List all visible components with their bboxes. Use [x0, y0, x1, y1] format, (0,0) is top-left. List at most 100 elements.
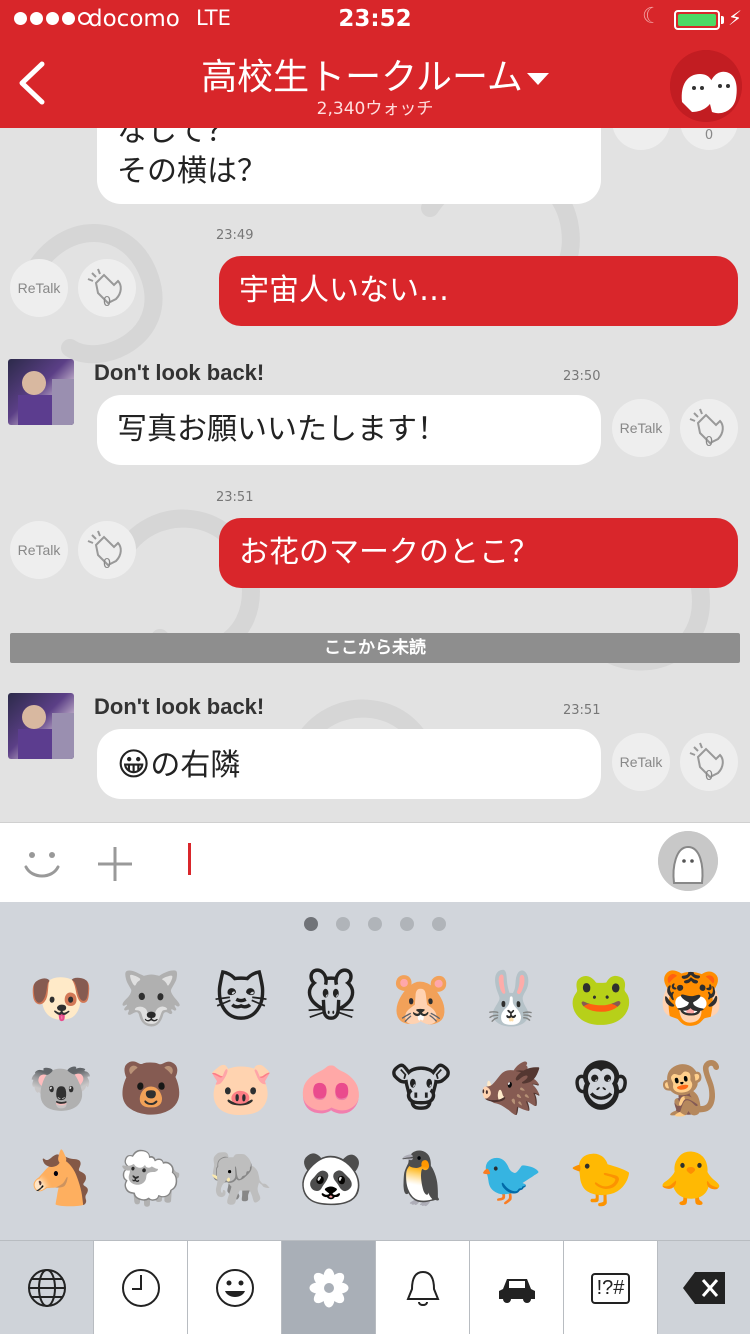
emoji-key[interactable]: 🐽 — [286, 1044, 376, 1134]
message-time: 23:50 — [563, 369, 601, 384]
emoji-key[interactable]: 🐷 — [196, 1044, 286, 1134]
user-avatar[interactable] — [8, 693, 74, 759]
clap-count: 0 — [102, 557, 112, 572]
page-indicator — [0, 917, 750, 931]
clap-count: 0 — [102, 295, 112, 310]
emoji-key[interactable]: 🐘 — [196, 1134, 286, 1224]
battery-icon — [674, 10, 720, 30]
room-avatar-icon[interactable] — [670, 50, 742, 122]
emoji-key[interactable]: 🐵 — [556, 1044, 646, 1134]
text-input-cursor[interactable] — [188, 843, 191, 875]
header: docomo LTE 23:52 ☾ ⚡︎ 高校生トークルーム 2,340ウォッ… — [0, 0, 750, 128]
dropdown-arrow-icon — [526, 73, 549, 85]
clap-button[interactable]: 0 — [78, 521, 136, 579]
battery-tip — [721, 16, 724, 24]
emoji-grid: 🐶 🐺 🐱 🐭 🐹 🐰 🐸 🐯 🐨 🐻 🐷 🐽 🐮 🐗 🐵 🐒 🐴 🐑 🐘 🐼 … — [16, 954, 736, 1224]
delete-icon — [683, 1272, 725, 1304]
tab-recent[interactable] — [94, 1241, 188, 1334]
emoji-key[interactable]: 🐱 — [196, 954, 286, 1044]
page-dot[interactable] — [432, 917, 446, 931]
retalk-button[interactable]: ReTalk — [612, 733, 670, 791]
message-text: お花のマークのとこ？ — [239, 535, 539, 570]
emoji-key[interactable]: 🐹 — [376, 954, 466, 1044]
message-bubble[interactable]: 写真お願いいたします！ — [97, 395, 601, 465]
chat-area[interactable]: なして？ その横は？ ReTalk 0 23:49 ReTalk 0 宇宙人いな… — [0, 128, 750, 822]
emoji-key[interactable]: 🐼 — [286, 1134, 376, 1224]
smiley-icon — [215, 1269, 254, 1307]
tab-places[interactable] — [470, 1241, 564, 1334]
message-time: 23:51 — [216, 490, 254, 505]
car-icon — [498, 1279, 535, 1303]
user-avatar[interactable] — [8, 359, 74, 425]
clap-button[interactable]: 0 — [78, 259, 136, 317]
message-bubble[interactable]: 😀の右隣 — [97, 729, 601, 799]
tab-symbols[interactable]: !?# — [564, 1241, 658, 1334]
message-text-line: なして？ — [117, 128, 237, 149]
emoji-key[interactable]: 🐨 — [16, 1044, 106, 1134]
keyboard-category-bar: !?# — [0, 1240, 750, 1334]
emoji-key[interactable]: 🐭 — [286, 954, 376, 1044]
bell-icon — [406, 1270, 439, 1306]
status-time: 23:52 — [338, 6, 412, 32]
emoji-key[interactable]: 🐑 — [106, 1134, 196, 1224]
emoji-key[interactable]: 🐤 — [556, 1134, 646, 1224]
message-bubble[interactable]: なして？ その横は？ — [97, 128, 601, 204]
clap-button[interactable]: 0 — [680, 733, 738, 791]
message-text: の右隣 — [150, 748, 241, 783]
retalk-button[interactable]: ReTalk — [10, 259, 68, 317]
emoji-face-icon[interactable] — [22, 843, 62, 883]
sender-name: Don't look back! — [94, 694, 265, 719]
emoji-key[interactable]: 🐥 — [646, 1134, 736, 1224]
emoji-key[interactable]: 🐧 — [376, 1134, 466, 1224]
symbols-label: !?# — [596, 1276, 625, 1299]
message-time: 23:49 — [216, 228, 254, 243]
sender-name: Don't look back! — [94, 360, 265, 385]
emoji-key[interactable]: 🐗 — [466, 1044, 556, 1134]
page-dot[interactable] — [304, 917, 318, 931]
retalk-button[interactable]: ReTalk — [612, 399, 670, 457]
clock-icon — [121, 1269, 160, 1307]
room-title-text: 高校生トークルーム — [201, 57, 523, 98]
emoji-key[interactable]: 🐺 — [106, 954, 196, 1044]
tab-objects[interactable] — [376, 1241, 470, 1334]
watch-count: 2,340ウォッチ — [316, 99, 434, 119]
delete-button[interactable] — [658, 1241, 750, 1334]
page-dot[interactable] — [400, 917, 414, 931]
retalk-button[interactable]: ReTalk — [10, 521, 68, 579]
tab-globe[interactable] — [0, 1241, 94, 1334]
character-avatar-icon[interactable] — [658, 831, 718, 891]
emoji-key[interactable]: 🐯 — [646, 954, 736, 1044]
emoji-keyboard: 🐶 🐺 🐱 🐭 🐹 🐰 🐸 🐯 🐨 🐻 🐷 🐽 🐮 🐗 🐵 🐒 🐴 🐑 🐘 🐼 … — [0, 902, 750, 1334]
globe-icon — [27, 1269, 66, 1307]
clap-button[interactable]: 0 — [680, 399, 738, 457]
plus-icon[interactable] — [96, 845, 134, 883]
room-title[interactable]: 高校生トークルーム — [0, 48, 750, 100]
moon-icon: ☾ — [642, 4, 662, 29]
charging-bolt-icon: ⚡︎ — [728, 6, 743, 30]
emoji-key[interactable]: 🐶 — [16, 954, 106, 1044]
message-emoji: 😀 — [117, 745, 151, 783]
status-bar: docomo LTE 23:52 ☾ ⚡︎ — [0, 0, 750, 40]
emoji-key[interactable]: 🐰 — [466, 954, 556, 1044]
emoji-key[interactable]: 🐴 — [16, 1134, 106, 1224]
tab-smileys[interactable] — [188, 1241, 282, 1334]
emoji-key[interactable]: 🐦 — [466, 1134, 556, 1224]
message-text: 写真お願いいたします！ — [117, 412, 447, 447]
page-dot[interactable] — [336, 917, 350, 931]
symbols-icon: !?# — [590, 1272, 631, 1304]
message-bubble-out[interactable]: 宇宙人いない… — [219, 256, 738, 326]
emoji-key[interactable]: 🐸 — [556, 954, 646, 1044]
clap-count: 0 — [704, 435, 714, 450]
input-bar — [0, 822, 750, 902]
tab-nature[interactable] — [282, 1241, 376, 1334]
unread-divider: ここから未読 — [10, 633, 740, 663]
message-text-line: その横は？ — [117, 154, 267, 189]
clap-count: 0 — [704, 128, 714, 143]
message-bubble-out[interactable]: お花のマークのとこ？ — [219, 518, 738, 588]
emoji-key[interactable]: 🐒 — [646, 1044, 736, 1134]
emoji-key[interactable]: 🐮 — [376, 1044, 466, 1134]
page-dot[interactable] — [368, 917, 382, 931]
message-time: 23:51 — [563, 703, 601, 718]
message-text: 宇宙人いない… — [239, 273, 449, 308]
emoji-key[interactable]: 🐻 — [106, 1044, 196, 1134]
